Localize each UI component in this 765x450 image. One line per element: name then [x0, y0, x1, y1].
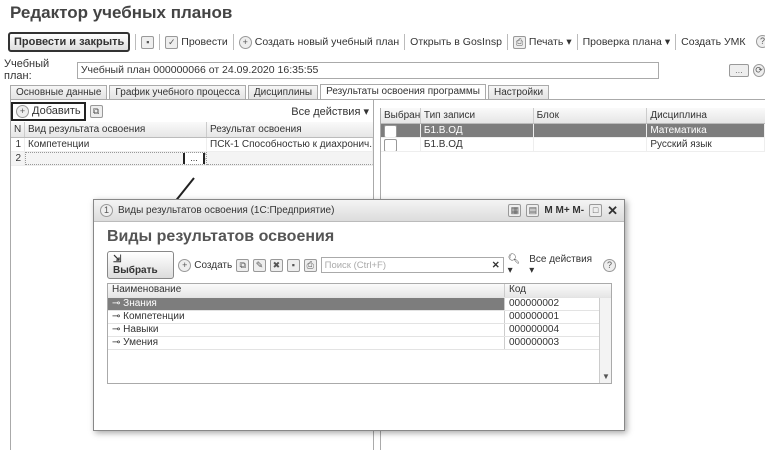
- help-icon[interactable]: ?: [756, 35, 765, 48]
- col-selected[interactable]: Выбран: [381, 108, 421, 123]
- checkbox[interactable]: [384, 139, 397, 151]
- tab-schedule[interactable]: График учебного процесса: [109, 85, 246, 100]
- dialog-toolbar: ⇲ Выбрать + Создать ⧉ ✎ ✖ ▪ ⎙ Поиск (Ctrl…: [107, 251, 616, 279]
- toolbar-separator: [675, 34, 677, 50]
- tab-settings[interactable]: Настройки: [488, 85, 550, 100]
- col-record-type[interactable]: Тип записи: [421, 108, 534, 123]
- post-and-close-button[interactable]: Провести и закрыть: [8, 32, 131, 52]
- tab-disciplines[interactable]: Дисциплины: [247, 85, 319, 100]
- plan-field[interactable]: Учебный план 000000066 от 24.09.2020 16:…: [76, 61, 659, 79]
- item-icon: ⊸: [112, 311, 124, 322]
- toolbar-separator: [576, 34, 578, 50]
- col-kind[interactable]: Вид результата освоения: [25, 122, 207, 137]
- toolbar-separator: [135, 34, 137, 50]
- list-item[interactable]: ⊸ Умения 000000003: [108, 337, 611, 350]
- toolbar-separator: [506, 34, 508, 50]
- create-umk-button[interactable]: Создать УМК: [681, 36, 745, 48]
- plan-label: Учебный план:: [4, 58, 50, 82]
- checkbox[interactable]: [384, 125, 397, 137]
- table-row[interactable]: Б1.В.ОД Математика: [381, 124, 765, 138]
- post-icon: ✓: [165, 35, 179, 49]
- print-icon[interactable]: ⎙: [303, 258, 317, 272]
- app-icon: 1: [100, 204, 113, 217]
- save-icon[interactable]: ▪: [141, 35, 155, 49]
- results-kinds-dialog: 1 Виды результатов освоения (1С:Предприя…: [93, 199, 625, 431]
- col-name[interactable]: Наименование: [108, 284, 505, 297]
- search-icon[interactable]: 🔍︎: [202, 153, 206, 164]
- item-icon: ⊸: [112, 337, 124, 348]
- search-input[interactable]: Поиск (Ctrl+F) ✕: [320, 257, 504, 273]
- add-button[interactable]: + Добавить: [11, 101, 86, 121]
- copy-icon[interactable]: ⧉: [89, 104, 103, 118]
- open-icon[interactable]: ⟳: [753, 63, 765, 77]
- toolbar-separator: [232, 34, 234, 50]
- toolbar-separator: [404, 34, 406, 50]
- all-actions-menu[interactable]: Все действия ▾: [291, 105, 369, 118]
- dialog-heading: Виды результатов освоения: [107, 228, 335, 245]
- col-result[interactable]: Результат освоения: [207, 122, 373, 137]
- tab-main-data[interactable]: Основные данные: [10, 85, 108, 100]
- all-actions-menu[interactable]: Все действия ▾: [529, 254, 599, 276]
- item-icon: ⊸: [112, 324, 124, 335]
- select-icon[interactable]: …: [728, 63, 749, 77]
- add-icon: +: [178, 258, 192, 272]
- edit-icon[interactable]: ✎: [253, 258, 266, 272]
- search-icon[interactable]: 🔍︎▾: [508, 254, 526, 276]
- copy-icon[interactable]: ⧉: [236, 258, 250, 272]
- dialog-titlebar: 1 Виды результатов освоения (1С:Предприя…: [94, 200, 624, 222]
- print-icon: ⎙: [512, 35, 526, 49]
- select-button[interactable]: ⇲ Выбрать: [107, 251, 175, 279]
- dialog-window-title: Виды результатов освоения (1С:Предприяти…: [118, 205, 335, 216]
- toolbar-separator: [159, 34, 161, 50]
- item-icon: ⊸: [112, 298, 124, 309]
- chevron-down-icon: ▾: [566, 36, 572, 48]
- table-row[interactable]: Б1.В.ОД Русский язык: [381, 138, 765, 152]
- col-discipline[interactable]: Дисциплина: [647, 108, 765, 123]
- chevron-down-icon: ▾: [664, 36, 671, 48]
- help-icon[interactable]: ?: [603, 258, 616, 272]
- scrollbar[interactable]: ▼: [599, 298, 611, 383]
- kinds-table-header: Наименование Код: [108, 284, 611, 298]
- add-icon: +: [16, 104, 29, 118]
- left-toolbar: + Добавить ⧉ Все действия ▾: [11, 100, 373, 122]
- check-plan-button[interactable]: Проверка плана ▾: [583, 36, 671, 48]
- delete-icon[interactable]: ✖: [269, 258, 283, 272]
- list-item[interactable]: ⊸ Навыки 000000004: [108, 324, 611, 337]
- open-gosinsp-button[interactable]: Открыть в GosInsp: [410, 36, 502, 48]
- col-n[interactable]: N: [11, 122, 25, 137]
- chevron-down-icon[interactable]: ▼: [602, 372, 610, 381]
- kinds-table: Наименование Код ⊸ Знания 000000002 ⊸ Ко…: [107, 283, 612, 384]
- create-plan-button[interactable]: + Создать новый учебный план: [238, 35, 399, 49]
- kind-edit-field[interactable]: ... 🔍︎: [25, 152, 207, 165]
- print-button[interactable]: ⎙ Печать ▾: [512, 35, 572, 49]
- main-toolbar: Провести и закрыть ▪ ✓ Провести + Создать …: [8, 31, 765, 53]
- save-icon[interactable]: ▪: [286, 258, 300, 272]
- clear-icon[interactable]: ✕: [492, 260, 500, 271]
- list-item[interactable]: ⊸ Компетенции 000000001: [108, 311, 611, 324]
- plan-row: Учебный план: Учебный план 000000066 от …: [4, 58, 765, 82]
- window-title: Редактор учебных планов: [10, 3, 233, 22]
- list-item[interactable]: ⊸ Знания 000000002: [108, 298, 611, 311]
- create-button[interactable]: + Создать: [178, 258, 232, 272]
- calc-icon[interactable]: ▦: [508, 204, 522, 217]
- right-grid-header: Выбран Тип записи Блок Дисциплина: [381, 108, 765, 124]
- post-button[interactable]: ✓ Провести: [165, 35, 228, 49]
- left-grid-header: N Вид результата освоения Результат осво…: [11, 122, 373, 138]
- memory-buttons[interactable]: M M+ M-: [544, 205, 584, 216]
- add-icon: +: [238, 35, 252, 49]
- table-row[interactable]: 1 Компетенции ПСК-1 Способностью к диахр…: [11, 138, 373, 152]
- maximize-icon[interactable]: □: [589, 204, 603, 217]
- tab-bar: Основные данные График учебного процесса…: [10, 84, 765, 100]
- tab-results[interactable]: Результаты освоения программы: [320, 84, 486, 100]
- table-row[interactable]: 2 ... 🔍︎: [11, 152, 373, 166]
- close-icon[interactable]: ✕: [607, 203, 618, 219]
- col-code[interactable]: Код: [505, 284, 599, 297]
- calendar-icon[interactable]: ▤: [526, 204, 540, 217]
- col-block[interactable]: Блок: [534, 108, 648, 123]
